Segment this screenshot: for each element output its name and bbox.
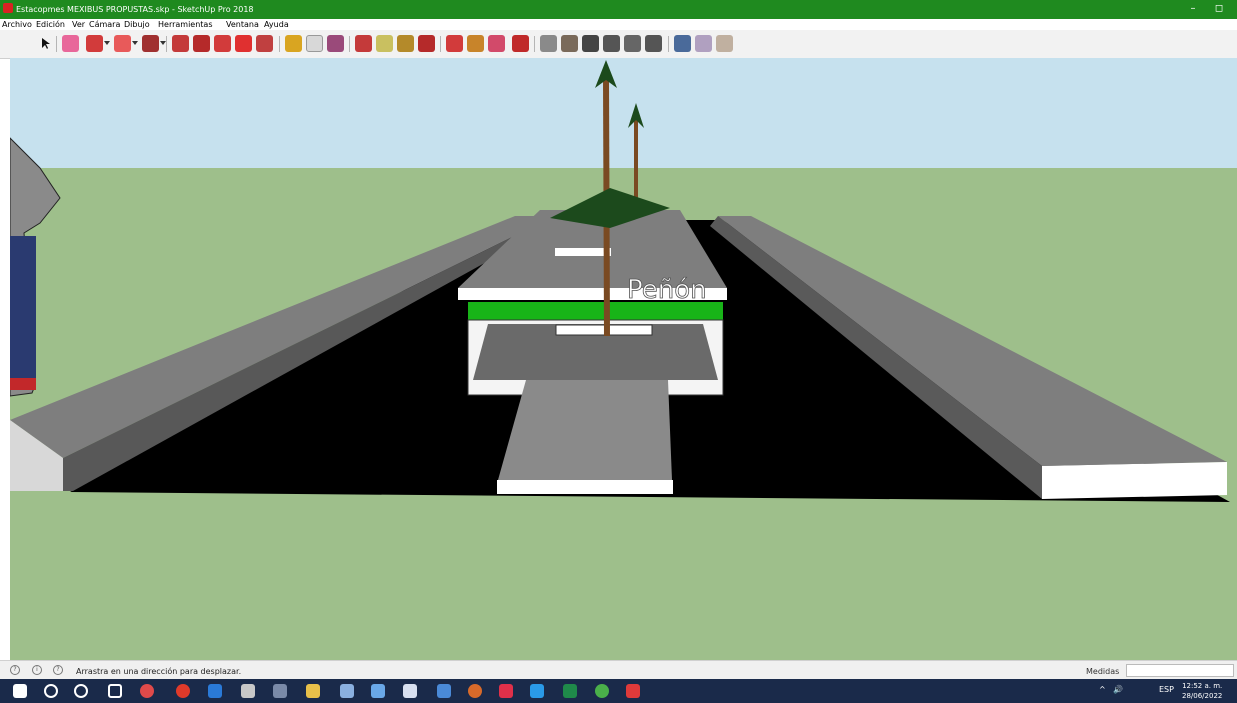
chrome-icon[interactable] [140,684,154,698]
right-curb-side [1042,462,1227,499]
edge-icon[interactable] [371,684,385,698]
rotate-icon[interactable] [235,35,252,52]
toolbar [0,30,1237,59]
tray-chevron-icon[interactable]: ^ [1099,685,1106,694]
eraser-icon[interactable] [62,35,79,52]
start-icon[interactable] [13,684,27,698]
planter-slot [555,248,611,256]
menu-ver[interactable]: Ver [72,20,85,29]
human-shoes [10,378,36,390]
chrome-alt-icon[interactable] [595,684,609,698]
search-icon[interactable] [44,684,58,698]
restore-button[interactable]: ◻ [1207,2,1231,16]
volume-icon[interactable]: 🔊 [1113,685,1123,694]
bandicam-icon[interactable] [273,684,287,698]
sketchup-icon[interactable] [626,684,640,698]
minimize-button[interactable]: – [1181,2,1205,16]
sky [10,58,1237,168]
section-plane-icon[interactable] [674,35,691,52]
menu-archivo[interactable]: Archivo [2,20,32,29]
tape-measure-icon[interactable] [285,35,302,52]
window-title: Estacopmes MEXIBUS PROPUSTAS.skp - Sketc… [16,5,254,14]
toolbar-divider [668,36,669,52]
left-view-icon[interactable] [645,35,662,52]
push-pull-icon[interactable] [172,35,189,52]
menu-ayuda[interactable]: Ayuda [264,20,289,29]
toolbar-divider [440,36,441,52]
feather-icon[interactable] [403,684,417,698]
paint-bucket-icon[interactable] [327,35,344,52]
cortana-icon[interactable] [74,684,88,698]
select-icon[interactable] [36,35,53,52]
front-view-icon[interactable] [582,35,599,52]
warehouse-icon[interactable] [446,35,463,52]
layout-icon[interactable] [695,35,712,52]
menu-bar: Archivo Edición Ver Cámara Dibujo Herram… [0,19,1237,30]
maps-icon[interactable] [530,684,544,698]
pan-icon[interactable] [376,35,393,52]
chat-icon[interactable] [241,684,255,698]
opera-gx-icon[interactable] [499,684,513,698]
rectangle-icon[interactable] [142,35,166,52]
measurements-label: Medidas [1086,667,1120,676]
menu-camara[interactable]: Cámara [89,20,120,29]
toolbar-divider [56,36,57,52]
send-to-layout-icon[interactable] [716,35,733,52]
toolbar-divider [279,36,280,52]
menu-dibujo[interactable]: Dibujo [124,20,150,29]
extension-warehouse-icon[interactable] [467,35,484,52]
taskbar: ^ 🔊 ESP 12:52 a. m. 28/06/2022 [0,679,1237,703]
text-icon[interactable] [306,35,323,52]
walkway-step [497,480,673,494]
excel-icon[interactable] [563,684,577,698]
powerpoint-icon[interactable] [468,684,482,698]
status-bar: ? i ? Arrastra en una dirección para des… [0,660,1237,680]
scene-canvas: Peñón [10,58,1237,660]
photos-icon[interactable] [437,684,451,698]
geolocation-icon[interactable]: ? [10,665,20,675]
clock-time: 12:52 a. m. [1182,682,1223,690]
credits-icon[interactable]: i [32,665,42,675]
clock-date: 28/06/2022 [1182,692,1223,700]
scale-icon[interactable] [256,35,273,52]
top-view-icon[interactable] [561,35,578,52]
measurements-input[interactable] [1126,664,1234,677]
task-view-icon[interactable] [108,684,122,698]
back-view-icon[interactable] [624,35,641,52]
human-legs [10,236,36,384]
move-icon[interactable] [214,35,231,52]
toolbar-divider [166,36,167,52]
status-hint: Arrastra en una dirección para desplazar… [76,667,242,676]
pencil-icon[interactable] [86,35,110,52]
opera-icon[interactable] [176,684,190,698]
clock[interactable]: 12:52 a. m. 28/06/2022 [1182,681,1222,701]
toolbar-divider [534,36,535,52]
menu-edicion[interactable]: Edición [36,20,65,29]
language-indicator[interactable]: ESP [1159,685,1174,694]
zoom-icon[interactable] [397,35,414,52]
iso-view-icon[interactable] [540,35,557,52]
menu-ventana[interactable]: Ventana [226,20,259,29]
weather-icon[interactable] [340,684,354,698]
outlook-icon[interactable] [208,684,222,698]
station-sign: Peñón [627,275,707,305]
share-model-icon[interactable] [488,35,505,52]
model-viewport[interactable]: Peñón [10,58,1237,660]
orbit-icon[interactable] [355,35,372,52]
walkway [498,380,672,480]
zoom-extents-icon[interactable] [418,35,435,52]
arc-icon[interactable] [114,35,138,52]
title-bar: Estacopmes MEXIBUS PROPUSTAS.skp - Sketc… [0,0,1237,19]
menu-herramientas[interactable]: Herramientas [158,20,213,29]
sketchup-logo-icon [3,3,13,13]
explorer-icon[interactable] [306,684,320,698]
instructor-icon[interactable]: ? [53,665,63,675]
right-view-icon[interactable] [603,35,620,52]
ruby-icon[interactable] [512,35,529,52]
toolbar-divider [349,36,350,52]
follow-me-icon[interactable] [193,35,210,52]
